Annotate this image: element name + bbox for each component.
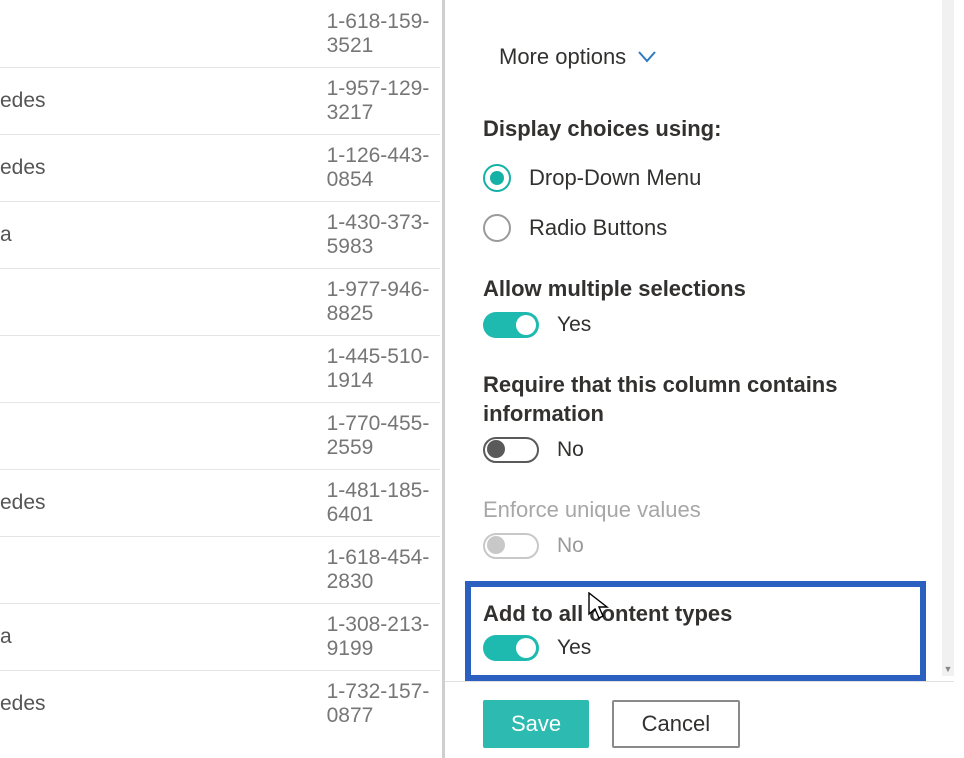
panel-footer: Save Cancel bbox=[445, 681, 954, 758]
table-row[interactable]: 1-445-510-1914 bbox=[0, 335, 440, 402]
cell-name: edes bbox=[0, 89, 137, 113]
cell-name: a bbox=[0, 625, 137, 649]
more-options-toggle[interactable]: More options bbox=[483, 44, 926, 70]
cell-phone: 1-618-159-3521 bbox=[137, 10, 440, 58]
table-row[interactable]: edes 1-732-157-0877 bbox=[0, 670, 440, 737]
table-row[interactable]: edes 1-481-185-6401 bbox=[0, 469, 440, 536]
cell-name: edes bbox=[0, 491, 137, 515]
require-info-label: Require that this column contains inform… bbox=[483, 370, 926, 429]
cancel-button[interactable]: Cancel bbox=[612, 700, 740, 748]
data-table: 1-618-159-3521 edes 1-957-129-3217 edes … bbox=[0, 0, 440, 758]
cell-phone: 1-445-510-1914 bbox=[137, 345, 440, 393]
allow-multiple-value: Yes bbox=[557, 313, 591, 337]
table-row[interactable]: a 1-308-213-9199 bbox=[0, 603, 440, 670]
allow-multiple-label: Allow multiple selections bbox=[483, 274, 926, 304]
cell-phone: 1-126-443-0854 bbox=[137, 144, 440, 192]
save-button[interactable]: Save bbox=[483, 700, 589, 748]
require-info-toggle[interactable] bbox=[483, 437, 539, 463]
enforce-unique-section: Enforce unique values No bbox=[483, 495, 926, 559]
enforce-unique-toggle bbox=[483, 533, 539, 559]
cell-name: a bbox=[0, 223, 137, 247]
display-choices-label: Display choices using: bbox=[483, 116, 926, 142]
table-row[interactable]: edes 1-126-443-0854 bbox=[0, 134, 440, 201]
allow-multiple-toggle[interactable] bbox=[483, 312, 539, 338]
add-to-content-types-value: Yes bbox=[557, 636, 591, 660]
require-info-section: Require that this column contains inform… bbox=[483, 370, 926, 463]
require-info-value: No bbox=[557, 438, 584, 462]
cell-phone: 1-618-454-2830 bbox=[137, 546, 440, 594]
column-settings-panel: ▼ More options Display choices using: Dr… bbox=[442, 0, 954, 758]
chevron-down-icon bbox=[638, 46, 656, 69]
radio-icon bbox=[483, 214, 511, 242]
table-row[interactable]: 1-770-455-2559 bbox=[0, 402, 440, 469]
table-row[interactable]: 1-618-454-2830 bbox=[0, 536, 440, 603]
table-row[interactable]: a 1-430-373-5983 bbox=[0, 201, 440, 268]
allow-multiple-section: Allow multiple selections Yes bbox=[483, 274, 926, 338]
enforce-unique-label: Enforce unique values bbox=[483, 495, 926, 525]
table-row[interactable]: edes 1-957-129-3217 bbox=[0, 67, 440, 134]
add-to-content-types-highlight: Add to all content types Yes bbox=[465, 581, 926, 681]
radio-radio-buttons[interactable]: Radio Buttons bbox=[483, 214, 926, 242]
add-to-content-types-toggle[interactable] bbox=[483, 635, 539, 661]
cell-phone: 1-481-185-6401 bbox=[137, 479, 440, 527]
table-row[interactable]: 1-977-946-8825 bbox=[0, 268, 440, 335]
cell-phone: 1-957-129-3217 bbox=[137, 77, 440, 125]
cell-phone: 1-308-213-9199 bbox=[137, 613, 440, 661]
panel-scrollbar[interactable]: ▼ bbox=[942, 0, 954, 676]
cell-phone: 1-430-373-5983 bbox=[137, 211, 440, 259]
radio-label: Drop-Down Menu bbox=[529, 165, 701, 191]
more-options-label: More options bbox=[499, 44, 626, 70]
radio-label: Radio Buttons bbox=[529, 215, 667, 241]
radio-icon bbox=[483, 164, 511, 192]
cell-phone: 1-770-455-2559 bbox=[137, 412, 440, 460]
scroll-down-icon[interactable]: ▼ bbox=[942, 662, 954, 676]
radio-drop-down-menu[interactable]: Drop-Down Menu bbox=[483, 164, 926, 192]
cell-phone: 1-977-946-8825 bbox=[137, 278, 440, 326]
add-to-content-types-label: Add to all content types bbox=[483, 601, 906, 627]
cell-phone: 1-732-157-0877 bbox=[137, 680, 440, 728]
table-row[interactable]: 1-618-159-3521 bbox=[0, 0, 440, 67]
enforce-unique-value: No bbox=[557, 534, 584, 558]
cell-name: edes bbox=[0, 156, 137, 180]
cell-name: edes bbox=[0, 692, 137, 716]
